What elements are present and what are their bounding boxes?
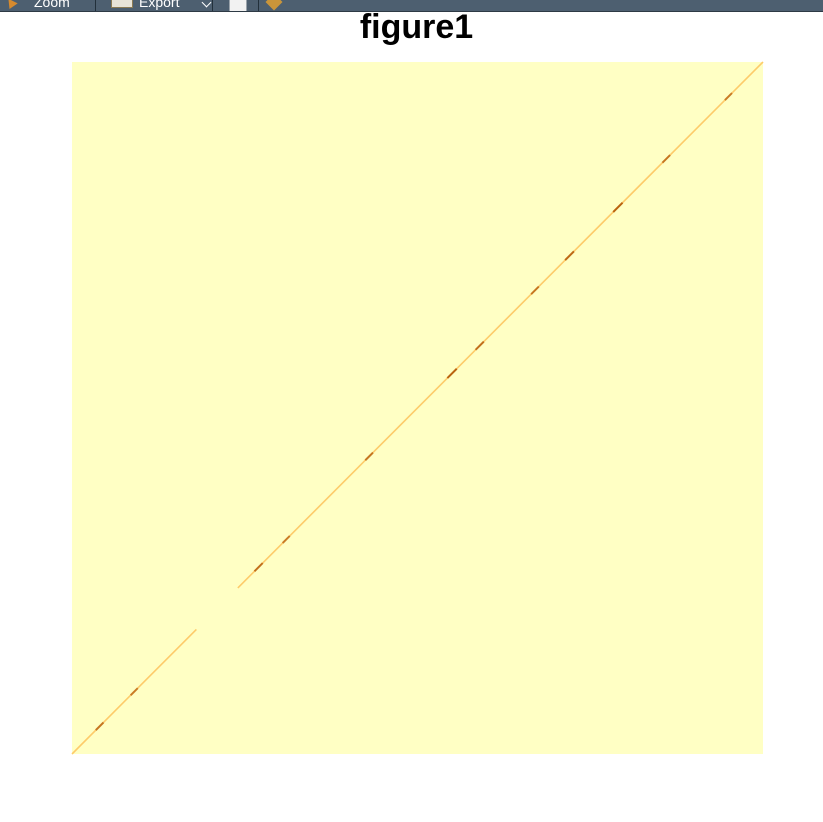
- heatmap-plot: [71, 61, 764, 755]
